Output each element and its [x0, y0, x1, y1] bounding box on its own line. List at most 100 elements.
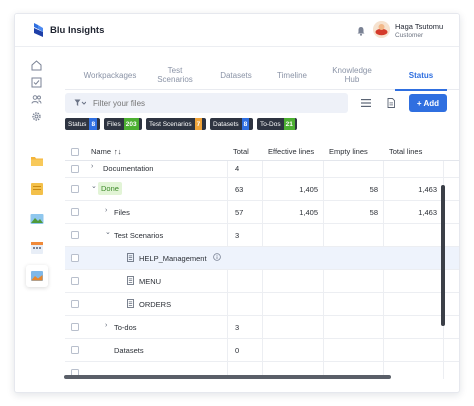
row-total: 4	[235, 164, 240, 173]
document-icon	[127, 253, 134, 262]
document-icon	[127, 299, 134, 308]
collapse-toggle[interactable]: ⌄	[105, 228, 111, 236]
table-row[interactable]: ⌄ Done 63 1,405 58 1,463	[65, 178, 459, 201]
row-checkbox[interactable]	[71, 185, 79, 193]
user-role: Customer	[395, 32, 424, 39]
chip-count: 8	[89, 118, 98, 130]
list-view-icon[interactable]	[361, 98, 371, 108]
chip-count: 8	[241, 118, 250, 130]
calendar-app-icon[interactable]	[26, 237, 48, 259]
chip-status[interactable]: Status 8	[65, 118, 100, 130]
chip-count: 203	[123, 118, 139, 130]
document-icon[interactable]	[386, 98, 396, 108]
checklist-icon[interactable]	[31, 77, 42, 88]
row-total: 3	[235, 231, 240, 240]
tab-datasets[interactable]: Datasets	[212, 60, 260, 90]
row-effective-lines: 1,405	[299, 208, 318, 217]
sort-icon[interactable]: ↑↓	[114, 147, 122, 156]
row-checkbox[interactable]	[71, 323, 79, 331]
column-total-lines-header[interactable]: Total lines	[389, 147, 422, 156]
tab-workpackages[interactable]: Workpackages	[75, 60, 145, 90]
row-checkbox[interactable]	[71, 231, 79, 239]
chip-label: Files	[107, 120, 121, 128]
dashboard-app-icon[interactable]	[26, 265, 48, 287]
table-row[interactable]: › Documentation 4	[65, 161, 459, 178]
tab-knowledge-hub[interactable]: Knowledge Hub	[327, 60, 377, 90]
add-button[interactable]: + Add	[409, 94, 447, 112]
column-effective-header[interactable]: Effective lines	[268, 147, 314, 156]
chip-files[interactable]: Files 203	[104, 118, 142, 130]
row-checkbox[interactable]	[71, 208, 79, 216]
expand-toggle[interactable]: ›	[91, 163, 93, 170]
table-row[interactable]: HELP_Management	[65, 247, 459, 270]
column-name-header[interactable]: Name	[91, 147, 111, 156]
row-empty-lines: 58	[369, 185, 378, 194]
gear-icon[interactable]	[31, 111, 42, 122]
bell-icon[interactable]	[356, 26, 366, 36]
column-total-header[interactable]: Total	[233, 147, 249, 156]
row-checkbox[interactable]	[71, 277, 79, 285]
app-window: Blu Insights Haga Tsutomu Customer Workp…	[14, 13, 460, 393]
filter-input[interactable]	[93, 96, 333, 110]
filter-icon[interactable]	[74, 99, 86, 107]
row-checkbox[interactable]	[71, 300, 79, 308]
tab-timeline[interactable]: Timeline	[270, 60, 314, 90]
home-icon[interactable]	[31, 60, 42, 71]
chip-label: Status	[68, 120, 87, 128]
left-nav	[15, 48, 53, 392]
avatar[interactable]	[373, 21, 390, 38]
image-app-icon[interactable]	[26, 208, 48, 230]
row-empty-lines: 58	[369, 208, 378, 217]
tab-test-scenarios[interactable]: Test Scenarios	[151, 60, 199, 90]
table-row[interactable]: › To-dos 3	[65, 316, 459, 339]
chip-count: 21	[283, 118, 295, 130]
row-total: 0	[235, 346, 240, 355]
chip-label: To-Dos	[260, 120, 281, 128]
chip-label: Datasets	[213, 120, 239, 128]
table-row[interactable]: › Files 57 1,405 58 1,463	[65, 201, 459, 224]
blu-logo-icon[interactable]	[32, 22, 45, 39]
expand-toggle[interactable]: ›	[105, 322, 107, 329]
vertical-scrollbar[interactable]	[441, 185, 445, 326]
row-name: MENU	[139, 277, 162, 286]
tab-bar: Workpackages Test Scenarios Datasets Tim…	[65, 60, 459, 90]
row-effective-lines: 1,405	[299, 185, 318, 194]
collapse-toggle[interactable]: ⌄	[91, 182, 97, 190]
user-name[interactable]: Haga Tsutomu	[395, 22, 443, 31]
row-total: 57	[235, 208, 244, 217]
chip-label: Test Scenarios	[149, 120, 192, 128]
app-name: Blu Insights	[50, 25, 105, 36]
row-name: To-dos	[114, 323, 137, 332]
tab-status[interactable]: Status	[395, 60, 447, 90]
folder-app-icon[interactable]	[26, 150, 48, 172]
row-total-lines: 1,463	[418, 185, 437, 194]
users-icon[interactable]	[31, 94, 42, 105]
row-name: Datasets	[114, 346, 144, 355]
chip-todos[interactable]: To-Dos 21	[257, 118, 297, 130]
chip-datasets[interactable]: Datasets 8	[210, 118, 253, 130]
chip-count: 7	[194, 118, 203, 130]
row-total: 63	[235, 185, 244, 194]
row-name: Documentation	[103, 164, 154, 173]
top-bar: Blu Insights Haga Tsutomu Customer	[15, 14, 459, 47]
row-checkbox[interactable]	[71, 165, 79, 173]
info-icon[interactable]	[213, 253, 221, 261]
table-row[interactable]: MENU	[65, 270, 459, 293]
expand-toggle[interactable]: ›	[105, 207, 107, 214]
table-row[interactable]: Datasets 0	[65, 339, 459, 362]
row-checkbox[interactable]	[71, 346, 79, 354]
column-empty-header[interactable]: Empty lines	[329, 147, 368, 156]
table-row[interactable]: ORDERS	[65, 293, 459, 316]
table-row[interactable]: ⌄ Test Scenarios 3	[65, 224, 459, 247]
select-all-checkbox[interactable]	[71, 148, 79, 156]
filter-bar[interactable]	[65, 93, 348, 113]
row-name: ORDERS	[139, 300, 172, 309]
horizontal-scrollbar[interactable]	[64, 375, 391, 379]
table-header: Name ↑↓ Total Effective lines Empty line…	[65, 141, 459, 161]
done-badge: Done	[98, 182, 122, 195]
notes-app-icon[interactable]	[26, 178, 48, 200]
document-icon	[127, 276, 134, 285]
chip-test-scenarios[interactable]: Test Scenarios 7	[146, 118, 206, 130]
row-checkbox[interactable]	[71, 254, 79, 262]
row-name: HELP_Management	[139, 254, 207, 263]
